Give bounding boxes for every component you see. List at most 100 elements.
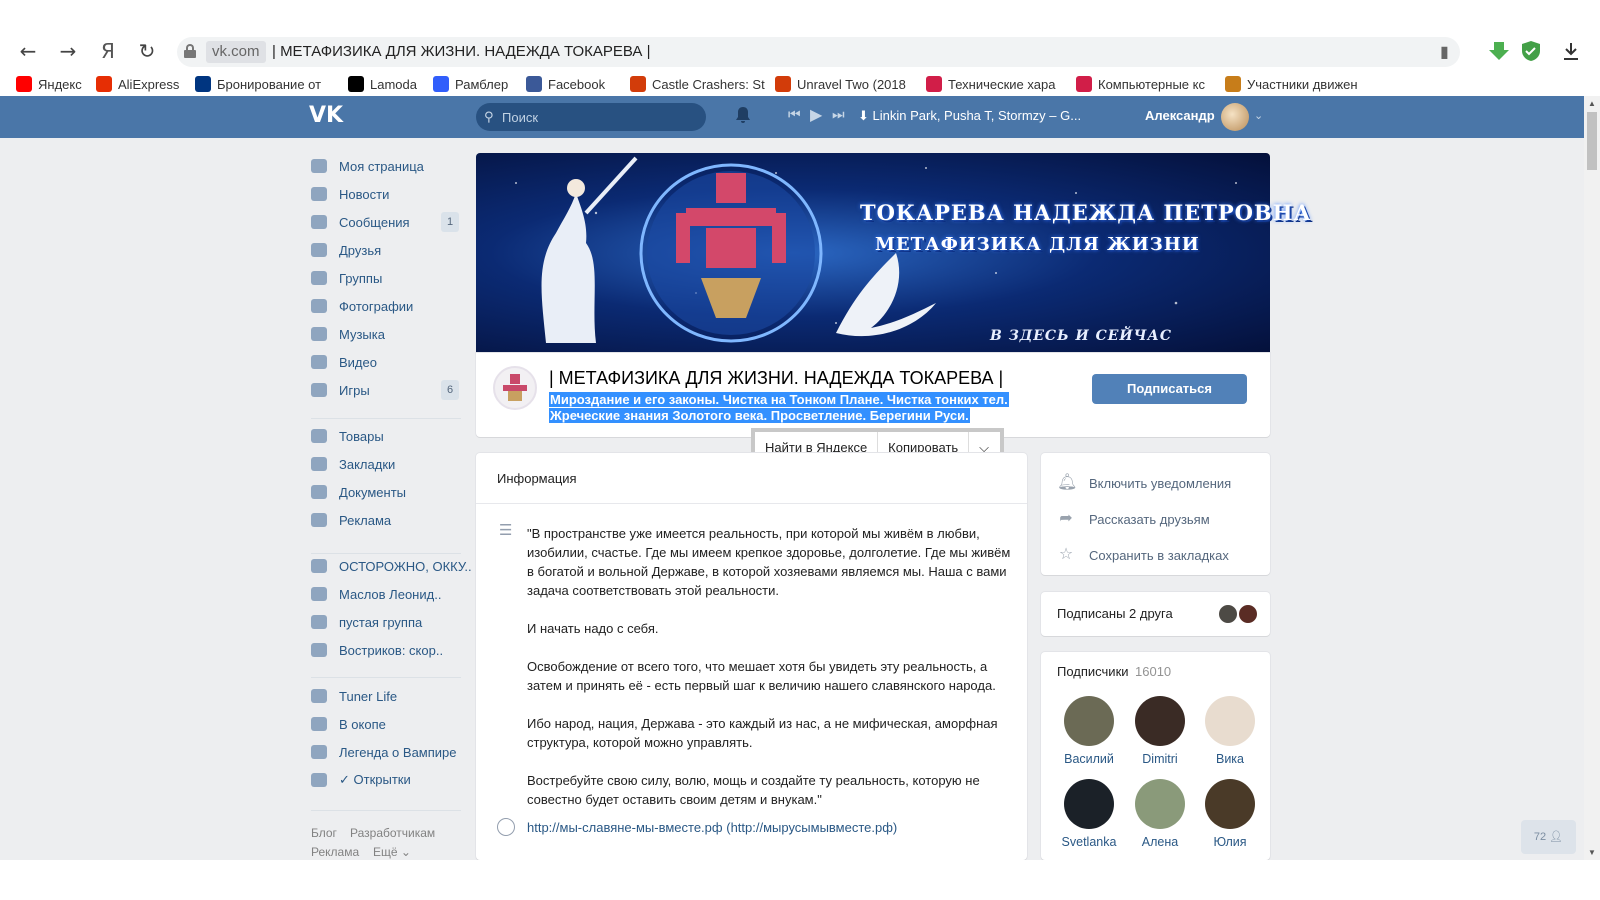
search-input[interactable] xyxy=(502,104,702,130)
bookmark-item[interactable]: Рамблер xyxy=(433,75,508,93)
music-icon xyxy=(311,327,327,341)
lock-icon[interactable] xyxy=(184,44,196,58)
subscriber[interactable]: Dimitri xyxy=(1125,696,1195,766)
share-action[interactable]: ➦ Рассказать друзьям xyxy=(1057,509,1209,529)
subscriber[interactable]: Юлия xyxy=(1195,779,1265,849)
bookmark-item[interactable]: AliExpress xyxy=(96,75,179,93)
forward-icon[interactable]: → xyxy=(54,38,82,64)
yandex-home-icon[interactable]: Я xyxy=(94,38,122,64)
domain-chip[interactable]: vk.com xyxy=(206,41,266,63)
avatar[interactable] xyxy=(1064,779,1114,829)
bookmark-item[interactable]: Яндекс xyxy=(16,75,82,93)
scrollbar-thumb[interactable] xyxy=(1587,112,1597,170)
notifications-bell-icon[interactable] xyxy=(735,106,751,126)
bookmark-label: Facebook xyxy=(548,76,606,92)
subscribe-button[interactable]: Подписаться xyxy=(1092,374,1247,404)
sidebar-item[interactable]: Закладки xyxy=(311,453,395,475)
subscriber-name[interactable]: Василий xyxy=(1054,752,1124,766)
protect-shield-icon[interactable] xyxy=(1520,40,1542,62)
sidebar-item[interactable]: Новости xyxy=(311,183,389,205)
subscriber-name[interactable]: Алена xyxy=(1125,835,1195,849)
bookmark-item[interactable]: Бронирование от xyxy=(195,75,321,93)
subscriber[interactable]: Василий xyxy=(1054,696,1124,766)
sidebar-item[interactable]: Друзья xyxy=(311,239,381,261)
current-track[interactable]: ⬇ Linkin Park, Pusha T, Stormzy – G... xyxy=(858,108,1081,124)
bookmark-item[interactable]: Технические хара xyxy=(926,75,1055,93)
sidebar-item[interactable]: ✓ Открытки xyxy=(311,769,411,791)
sidebar-item[interactable]: Фотографии xyxy=(311,295,413,317)
bookmark-item[interactable]: Facebook xyxy=(526,75,605,93)
download-manager-extension-icon[interactable] xyxy=(1488,40,1510,62)
footer-link-blog[interactable]: Блог xyxy=(311,826,337,840)
sidebar-item[interactable]: Документы xyxy=(311,481,406,503)
save-bookmark-action[interactable]: ☆ Сохранить в закладках xyxy=(1057,545,1229,565)
footer-link-ads[interactable]: Реклама xyxy=(311,845,359,859)
sidebar-item[interactable]: Музыка xyxy=(311,323,385,345)
avatar[interactable] xyxy=(1205,696,1255,746)
bookmark-page-icon[interactable]: ▮ xyxy=(1440,42,1454,61)
avatar[interactable] xyxy=(1135,779,1185,829)
sidebar-item[interactable]: Товары xyxy=(311,425,384,447)
sidebar-item[interactable]: Востриков: скор.. xyxy=(311,639,443,661)
reload-icon[interactable]: ↻ xyxy=(133,38,161,64)
sidebar-item[interactable]: Сообщения 1 xyxy=(311,211,459,233)
subscriber[interactable]: Вика xyxy=(1195,696,1265,766)
scroll-down-icon[interactable]: ▼ xyxy=(1588,848,1596,857)
next-track-icon[interactable]: ⏭ xyxy=(832,107,845,127)
enable-notifications-action[interactable]: 🔔︎ Включить уведомления xyxy=(1057,473,1231,493)
previous-track-icon[interactable]: ⏮ xyxy=(788,107,801,127)
downloads-icon[interactable] xyxy=(1560,40,1582,62)
scrollbar[interactable] xyxy=(1584,96,1600,860)
sidebar-item[interactable]: Легенда о Вампире xyxy=(311,741,457,763)
sidebar-item[interactable]: пустая группа xyxy=(311,611,422,633)
back-icon[interactable]: ← xyxy=(14,38,42,64)
scroll-up-icon[interactable]: ▲ xyxy=(1588,99,1596,108)
friends-subscribed-label[interactable]: Подписаны 2 друга xyxy=(1057,606,1173,621)
group-status-selected[interactable]: Мироздание и его законы. Чистка на Тонко… xyxy=(549,392,1069,424)
chevron-down-icon[interactable]: ⌄ xyxy=(1254,109,1263,122)
sidebar-item[interactable]: Группы xyxy=(311,267,382,289)
play-icon[interactable]: ▶ xyxy=(810,105,822,125)
sidebar-item[interactable]: Tuner Life xyxy=(311,685,397,707)
avatar[interactable] xyxy=(1064,696,1114,746)
footer-link-developers[interactable]: Разработчикам xyxy=(350,826,435,840)
bookmark-item[interactable]: Unravel Two (2018 xyxy=(775,75,906,93)
sidebar-divider xyxy=(311,810,461,811)
sidebar-item[interactable]: Моя страница xyxy=(311,155,424,177)
website-link[interactable]: http://мы-славяне-мы-вместе.рф (http://м… xyxy=(527,820,897,835)
subscriber-name[interactable]: Dimitri xyxy=(1125,752,1195,766)
website-link-primary[interactable]: http://мы-славяне-мы-вместе.рф xyxy=(527,820,723,835)
description-paragraph: Ибо народ, нация, Держава - это каждый и… xyxy=(527,716,998,750)
avatar[interactable] xyxy=(1135,696,1185,746)
bookmark-item[interactable]: Castle Crashers: St xyxy=(630,75,765,93)
subscriber-name[interactable]: Вика xyxy=(1195,752,1265,766)
facebook-icon xyxy=(526,76,542,92)
subscriber-name[interactable]: Svetlanka xyxy=(1054,835,1124,849)
sidebar-item[interactable]: Видео xyxy=(311,351,377,373)
bookmark-item[interactable]: Lamoda xyxy=(348,75,417,93)
avatar[interactable] xyxy=(1221,103,1249,131)
profile-name[interactable]: Александр xyxy=(1145,108,1215,123)
online-friends-widget[interactable]: 72 👤︎ xyxy=(1521,820,1576,854)
castle-crashers-icon xyxy=(630,76,646,92)
subscriber-name[interactable]: Юлия xyxy=(1195,835,1265,849)
subscriber[interactable]: Svetlanka xyxy=(1054,779,1124,849)
sidebar-item[interactable]: ОСТОРОЖНО, ОККУ.. xyxy=(311,555,472,577)
friend-avatar[interactable] xyxy=(1237,603,1259,625)
subscriber[interactable]: Алена xyxy=(1125,779,1195,849)
sidebar-item[interactable]: Маслов Леонид.. xyxy=(311,583,441,605)
bookmark-item[interactable]: Компьютерные кс xyxy=(1076,75,1205,93)
website-link-alt[interactable]: (http://мырусымывместе.рф) xyxy=(726,820,897,835)
page-title-in-address[interactable]: | МЕТАФИЗИКА ДЛЯ ЖИЗНИ. НАДЕЖДА ТОКАРЕВА… xyxy=(272,41,650,63)
friend-avatar[interactable] xyxy=(1217,603,1239,625)
footer-link-more[interactable]: Ещё ⌄ xyxy=(373,845,411,859)
sidebar-item[interactable]: Игры 6 xyxy=(311,379,459,401)
sidebar-item[interactable]: Реклама xyxy=(311,509,391,531)
avatar[interactable] xyxy=(1205,779,1255,829)
subscribers-title[interactable]: Подписчики xyxy=(1057,664,1129,679)
vk-logo[interactable]: VK xyxy=(309,105,343,127)
group-avatar[interactable] xyxy=(493,366,537,410)
description-paragraph: Востребуйте свою силу, волю, мощь и созд… xyxy=(527,773,980,807)
bookmark-item[interactable]: Участники движен xyxy=(1225,75,1358,93)
sidebar-item[interactable]: В окопе xyxy=(311,713,386,735)
